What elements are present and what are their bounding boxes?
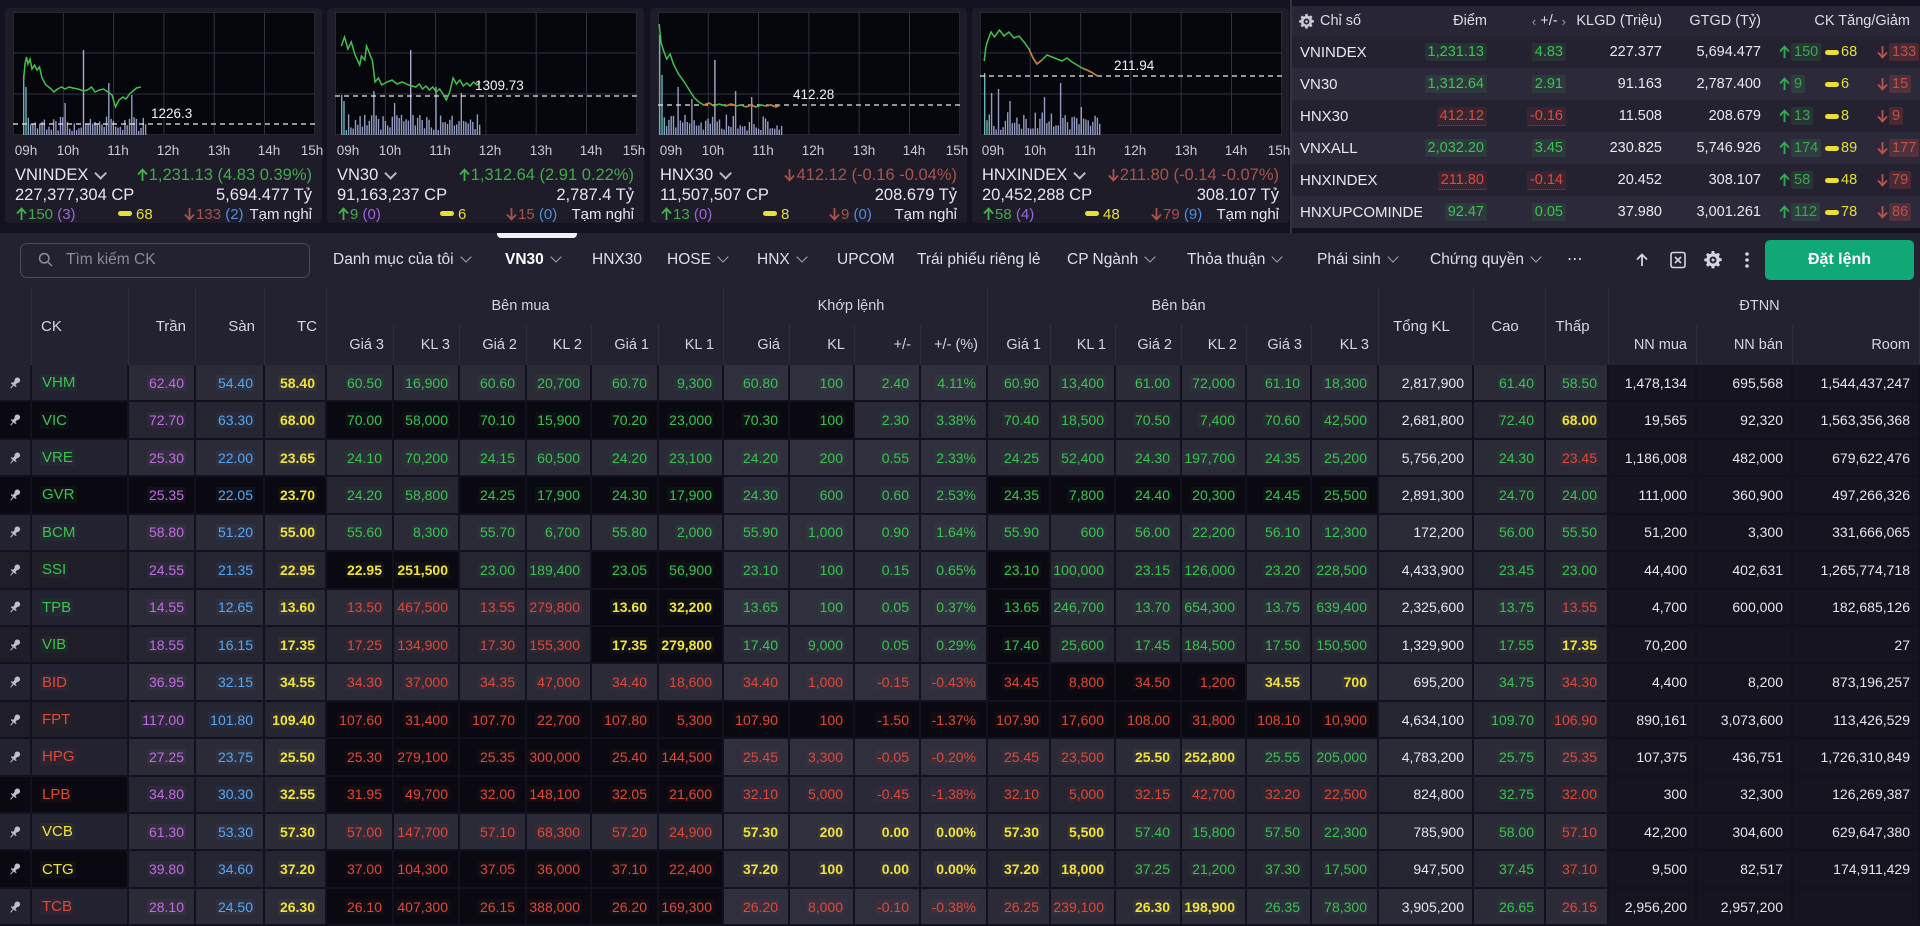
svg-text:211.94: 211.94	[1114, 58, 1155, 73]
svg-text:1226.3: 1226.3	[151, 106, 192, 121]
svg-text:412.28: 412.28	[793, 87, 834, 102]
svg-text:1309.73: 1309.73	[475, 78, 524, 93]
